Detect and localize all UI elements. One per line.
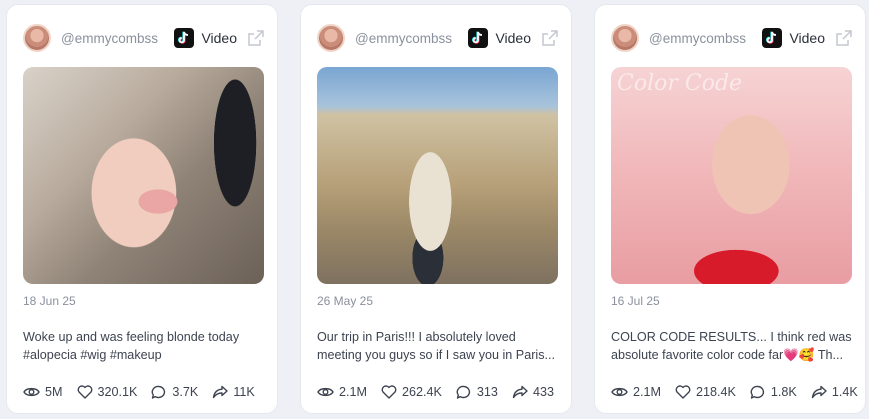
post-stats: 5M 320.1K 3.7K 11K xyxy=(23,382,267,402)
comments-count: 313 xyxy=(476,385,498,399)
card-header: @emmycombss Video xyxy=(317,23,559,53)
views-count: 2.1M xyxy=(339,385,367,399)
share-icon xyxy=(213,385,229,399)
avatar[interactable] xyxy=(23,24,51,52)
content-type-label: Video xyxy=(495,30,531,46)
post-thumbnail[interactable] xyxy=(317,67,558,284)
caption-line: meeting you guys so if I saw you in Pari… xyxy=(317,348,555,362)
username[interactable]: @emmycombss xyxy=(61,31,174,46)
heart-icon xyxy=(77,385,92,399)
post-card[interactable]: @emmycombss Video Color Code 16 Jul 25 C… xyxy=(594,4,866,414)
post-card[interactable]: @emmycombss Video 26 May 25 Our trip in … xyxy=(300,4,572,414)
post-caption: COLOR CODE RESULTS... I think red was my… xyxy=(611,328,853,364)
post-card[interactable]: @emmycombss Video 18 Jun 25 Woke up and … xyxy=(6,4,278,414)
external-link-icon[interactable] xyxy=(541,29,559,47)
username[interactable]: @emmycombss xyxy=(355,31,468,46)
post-date: 16 Jul 25 xyxy=(611,294,660,308)
tiktok-icon xyxy=(762,28,783,48)
share-icon xyxy=(512,385,528,399)
likes-stat: 262.4K xyxy=(381,385,442,399)
likes-count: 218.4K xyxy=(696,385,736,399)
comments-count: 1.8K xyxy=(770,385,797,399)
tiktok-icon xyxy=(468,28,489,48)
caption-line: Our trip in Paris!!! I absolutely loved xyxy=(317,330,516,344)
comment-icon xyxy=(152,385,166,399)
post-date: 26 May 25 xyxy=(317,294,374,308)
content-type-label: Video xyxy=(789,30,825,46)
caption-line: #alopecia #wig #makeup xyxy=(23,348,162,362)
shares-stat: 1.4K xyxy=(811,385,858,399)
tiktok-icon xyxy=(174,28,195,48)
post-date: 18 Jun 25 xyxy=(23,294,76,308)
caption-line: Woke up and was feeling blonde today xyxy=(23,330,240,344)
post-stats: 2.1M 218.4K 1.8K 1.4K xyxy=(611,382,858,402)
post-thumbnail[interactable] xyxy=(23,67,264,284)
avatar[interactable] xyxy=(611,24,639,52)
shares-stat: 433 xyxy=(512,385,554,399)
post-thumbnail[interactable]: Color Code xyxy=(611,67,852,284)
views-stat: 5M xyxy=(23,385,63,399)
caption-line: COLOR CODE RESULTS... I think red was my xyxy=(611,330,853,344)
comments-stat: 1.8K xyxy=(750,385,797,400)
external-link-icon[interactable] xyxy=(247,29,265,47)
heart-icon xyxy=(675,385,691,399)
shares-count: 1.4K xyxy=(831,385,858,399)
likes-stat: 218.4K xyxy=(675,385,736,399)
caption-line: absolute favorite color code far💗🥰 Th... xyxy=(611,348,844,362)
eye-icon xyxy=(23,387,40,397)
eye-icon xyxy=(317,387,334,397)
comments-stat: 3.7K xyxy=(151,385,198,400)
comment-icon xyxy=(750,385,764,399)
post-caption: Woke up and was feeling blonde today #al… xyxy=(23,328,265,364)
thumbnail-overlay-text: Color Code xyxy=(617,71,743,96)
eye-icon xyxy=(611,387,628,397)
content-type-label: Video xyxy=(201,30,237,46)
shares-count: 433 xyxy=(532,385,554,399)
share-icon xyxy=(811,385,827,399)
shares-count: 11K xyxy=(233,385,255,399)
comments-count: 3.7K xyxy=(172,385,199,399)
card-header: @emmycombss Video xyxy=(23,23,265,53)
shares-stat: 11K xyxy=(212,385,255,399)
likes-count: 262.4K xyxy=(402,385,442,399)
post-caption: Our trip in Paris!!! I absolutely loved … xyxy=(317,328,559,364)
views-count: 5M xyxy=(45,385,63,399)
username[interactable]: @emmycombss xyxy=(649,31,762,46)
views-count: 2.1M xyxy=(633,385,661,399)
card-header: @emmycombss Video xyxy=(611,23,853,53)
views-stat: 2.1M xyxy=(611,385,661,399)
external-link-icon[interactable] xyxy=(835,29,853,47)
likes-count: 320.1K xyxy=(97,385,138,399)
comments-stat: 313 xyxy=(456,385,498,400)
post-stats: 2.1M 262.4K 313 433 xyxy=(317,382,561,402)
views-stat: 2.1M xyxy=(317,385,367,399)
likes-stat: 320.1K xyxy=(77,385,138,399)
comment-icon xyxy=(456,385,470,399)
heart-icon xyxy=(381,385,397,399)
avatar[interactable] xyxy=(317,24,345,52)
